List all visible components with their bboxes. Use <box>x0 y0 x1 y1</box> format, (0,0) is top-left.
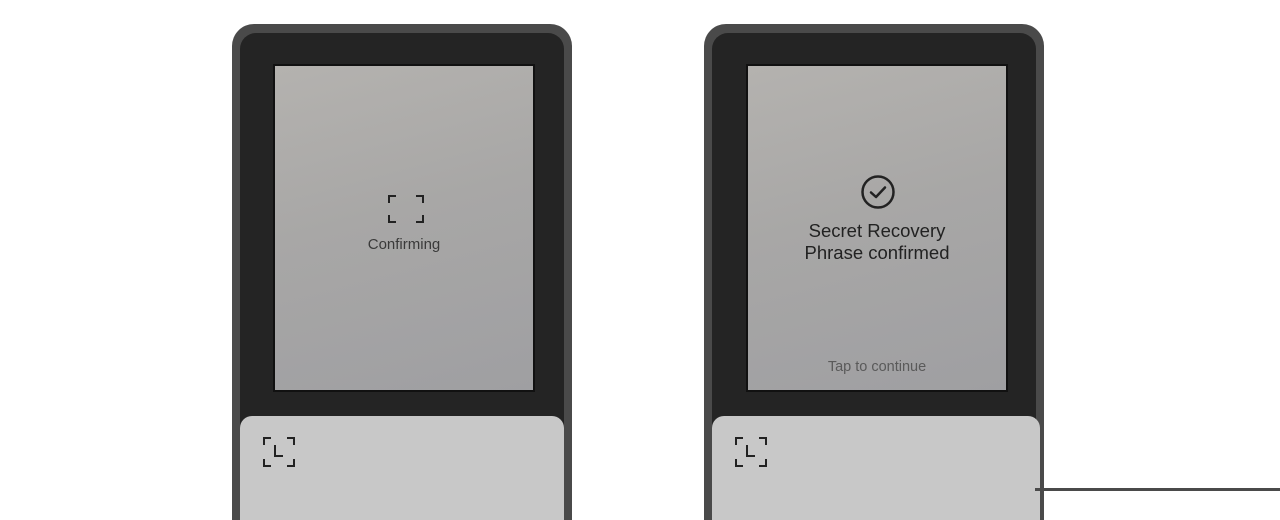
scan-frame-icon <box>388 195 424 223</box>
tap-to-continue-text[interactable]: Tap to continue <box>748 359 1006 375</box>
scan-frame-l-icon[interactable] <box>734 436 768 468</box>
device-footer-bar[interactable] <box>240 416 564 520</box>
check-circle-icon <box>861 175 895 209</box>
scan-frame-l-icon[interactable] <box>262 436 296 468</box>
confirmation-title-line1: Secret Recovery <box>808 220 946 241</box>
confirmation-title-line2: Phrase confirmed <box>804 242 950 263</box>
device-confirmed: Secret Recovery Phrase confirmed Tap to … <box>704 24 1044 520</box>
device-footer-bar[interactable] <box>712 416 1040 520</box>
ground-line <box>1035 488 1280 491</box>
confirming-status-text: Confirming <box>367 236 441 253</box>
device-confirming: Confirming <box>232 24 572 520</box>
confirmation-title: Secret Recovery Phrase confirmed <box>748 220 1006 264</box>
device-screen[interactable]: Secret Recovery Phrase confirmed Tap to … <box>746 64 1008 392</box>
device-screen: Confirming <box>273 64 535 392</box>
